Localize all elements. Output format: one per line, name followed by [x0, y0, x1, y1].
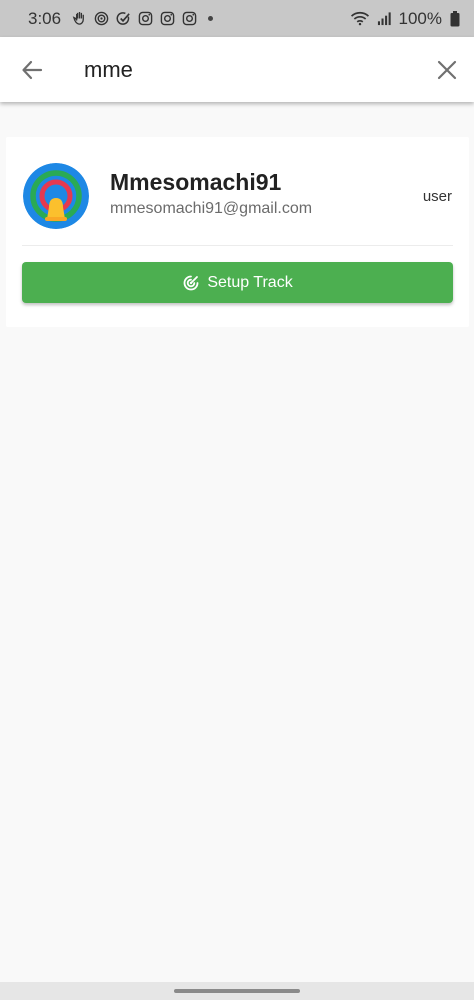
search-app-bar	[0, 37, 474, 102]
wifi-icon	[350, 11, 370, 26]
battery-percent: 100%	[398, 8, 442, 28]
radar-bell-icon	[23, 163, 89, 229]
back-button[interactable]	[18, 56, 46, 84]
check-icon	[116, 11, 131, 26]
hand-icon	[72, 11, 87, 26]
user-result-card[interactable]: Mmesomachi91 mmesomachi91@gmail.com user…	[6, 137, 469, 327]
status-right: 100%	[350, 9, 460, 29]
search-input[interactable]	[84, 51, 404, 89]
divider	[22, 245, 453, 246]
cell-signal-icon	[377, 11, 392, 26]
instagram-icon	[160, 11, 175, 26]
arrow-left-icon	[22, 60, 43, 80]
status-bar: 3:06 100%	[0, 0, 474, 37]
battery-icon	[449, 10, 460, 26]
system-nav-bar	[0, 982, 474, 1000]
avatar	[23, 163, 89, 229]
track-icon	[183, 275, 199, 290]
instagram-icon	[138, 11, 153, 26]
user-name: Mmesomachi91	[110, 169, 282, 195]
notification-dot	[208, 16, 214, 21]
setup-track-label: Setup Track	[207, 273, 293, 291]
user-email: mmesomachi91@gmail.com	[110, 200, 313, 217]
home-handle[interactable]	[174, 989, 300, 993]
setup-track-button[interactable]: Setup Track	[22, 262, 453, 303]
status-time: 3:06	[28, 8, 62, 28]
status-left: 3:06	[28, 8, 214, 29]
clear-search-button[interactable]	[433, 56, 461, 84]
instagram-icon	[182, 11, 197, 26]
signal-rings-icon	[94, 11, 109, 26]
user-role: user	[422, 188, 452, 205]
close-icon	[437, 60, 457, 80]
